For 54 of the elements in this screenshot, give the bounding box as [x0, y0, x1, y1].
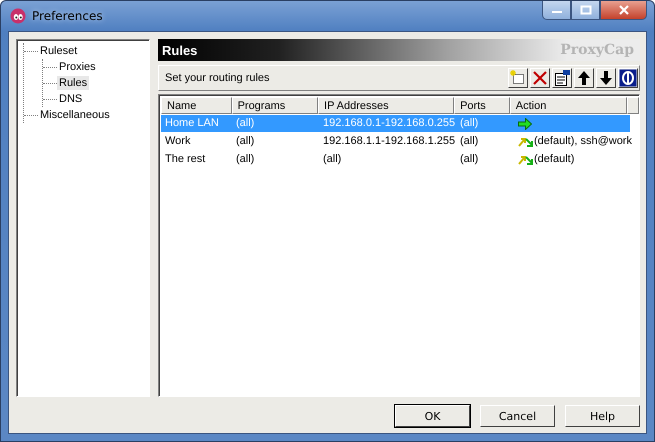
close-icon — [618, 5, 630, 15]
table-row[interactable]: Work (all) 192.168.1.1-192.168.1.255 (all) (default), ssh@work — [161, 133, 639, 150]
panel-title: Rules — [162, 42, 198, 58]
brand-label: ProxyCap — [560, 42, 634, 58]
power-icon — [619, 69, 637, 87]
window-title: Preferences — [32, 9, 104, 23]
table-cell-text: (all) — [235, 116, 256, 131]
tree-item[interactable]: DNS — [57, 92, 84, 106]
table-cell-text: (all) — [459, 152, 480, 167]
hint-text: Set your routing rules — [165, 72, 270, 84]
column-header[interactable]: Programs — [232, 97, 318, 114]
column-header[interactable]: Action — [510, 97, 627, 114]
table-cell-text: (all) — [459, 134, 480, 149]
table-cell-text: (all) — [322, 152, 342, 167]
dialog-button[interactable]: Help — [565, 405, 640, 427]
chain-arrows-icon — [518, 136, 534, 148]
tree-item[interactable]: Rules — [57, 76, 90, 90]
dialog-button[interactable]: OK — [395, 405, 470, 427]
minimize-button[interactable] — [542, 1, 571, 20]
maximize-button[interactable] — [571, 1, 600, 20]
chain-arrows-icon — [518, 154, 534, 166]
properties-button[interactable] — [552, 68, 572, 88]
table-cell-text: Home LAN — [164, 116, 220, 131]
column-header[interactable]: Ports — [454, 97, 510, 114]
delete-button[interactable] — [530, 68, 550, 88]
table-cell-text: Work — [164, 134, 192, 149]
column-header[interactable]: IP Addresses — [318, 97, 454, 114]
table-cell-text: (all) — [235, 134, 256, 149]
app-icon — [10, 8, 26, 24]
table-cell: (default) — [534, 152, 574, 167]
new-item-icon — [509, 69, 527, 87]
down-button[interactable] — [596, 68, 616, 88]
table-row[interactable]: The rest (all) (all) (all) (default) — [161, 151, 639, 168]
toggle-button[interactable] — [618, 68, 638, 88]
properties-icon — [553, 69, 571, 87]
dialog-button[interactable]: Cancel — [480, 405, 555, 427]
tree-item[interactable]: Ruleset — [38, 44, 80, 58]
table-cell-text: (all) — [235, 152, 256, 167]
table-cell-text: (all) — [459, 116, 480, 131]
column-header[interactable]: Name — [161, 97, 232, 114]
tree-item[interactable]: Proxies — [57, 60, 98, 74]
close-button[interactable] — [600, 1, 647, 20]
table-cell: (default), ssh@work — [534, 134, 632, 149]
maximize-icon — [580, 5, 592, 15]
tree-item[interactable]: Miscellaneous — [38, 108, 112, 122]
table-cell-text: The rest — [164, 152, 206, 167]
new-button[interactable] — [508, 68, 528, 88]
table-cell-text: 192.168.1.1-192.168.1.255 — [322, 134, 456, 149]
down-arrow-icon — [597, 69, 615, 87]
up-button[interactable] — [574, 68, 594, 88]
up-arrow-icon — [575, 69, 593, 87]
delete-icon — [531, 69, 549, 87]
table-cell-text: 192.168.0.1-192.168.0.255 — [322, 116, 456, 131]
right-arrow-icon — [518, 118, 532, 130]
